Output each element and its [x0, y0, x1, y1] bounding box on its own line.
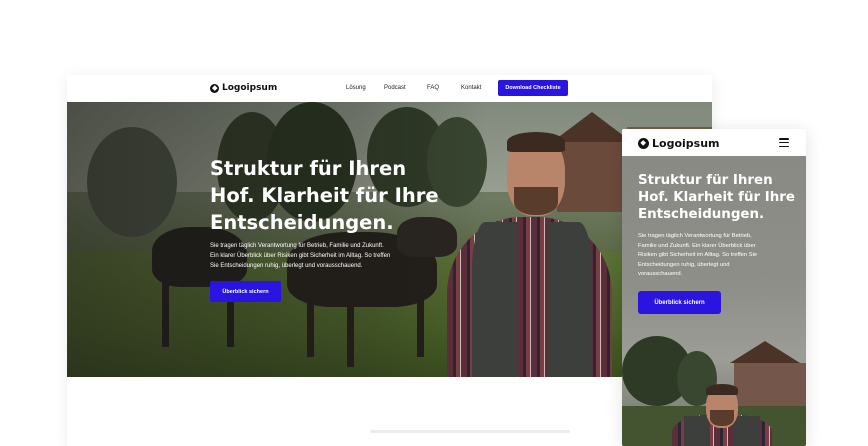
- download-checklist-button[interactable]: Download Checkliste: [498, 80, 568, 96]
- hero-photo-barn: [557, 142, 627, 212]
- desktop-mockup: Logoipsum Lösung Podcast FAQ Kontakt Dow…: [67, 75, 712, 446]
- nav-item-kontakt[interactable]: Kontakt: [461, 85, 496, 91]
- nav-menu: Lösung Podcast FAQ Kontakt: [346, 85, 496, 91]
- mobile-hero-photo: [622, 326, 806, 446]
- nav-item-podcast[interactable]: Podcast: [384, 85, 427, 91]
- hero-section: Struktur für Ihren Hof. Klarheit für Ihr…: [67, 102, 712, 377]
- nav-item-loesung[interactable]: Lösung: [346, 85, 384, 91]
- logo-icon: [638, 138, 649, 149]
- logo-text: Logoipsum: [652, 137, 720, 150]
- hamburger-menu-icon[interactable]: [779, 138, 789, 147]
- nav-item-faq[interactable]: FAQ: [427, 85, 461, 91]
- hero-title: Struktur für Ihren Hof. Klarheit für Ihr…: [210, 157, 439, 234]
- hero-description: Sie tragen täglich Verantwortung für Bet…: [638, 233, 758, 278]
- desktop-next-section: [67, 377, 712, 446]
- hero-photo-barn-roof: [552, 112, 632, 142]
- section-divider: [370, 430, 570, 433]
- logo-text: Logoipsum: [222, 83, 278, 93]
- logo[interactable]: Logoipsum: [210, 83, 277, 93]
- overview-button[interactable]: Überblick sichern: [638, 291, 721, 314]
- hero-title: Struktur für Ihren Hof. Klarheit für Ihr…: [638, 173, 795, 222]
- mobile-hero-section: Struktur für Ihren Hof. Klarheit für Ihr…: [622, 156, 806, 446]
- hero-photo-overlay: [67, 102, 487, 377]
- logo[interactable]: Logoipsum: [638, 137, 719, 150]
- desktop-navbar: Logoipsum Lösung Podcast FAQ Kontakt Dow…: [67, 75, 712, 102]
- mobile-navbar: Logoipsum: [622, 129, 806, 156]
- logo-icon: [210, 83, 219, 93]
- mobile-mockup: Logoipsum Struktur für Ihren Hof. Klarhe…: [622, 129, 806, 446]
- hero-description: Sie tragen täglich Verantwortung für Bet…: [210, 243, 391, 270]
- overview-button[interactable]: Überblick sichern: [210, 281, 281, 302]
